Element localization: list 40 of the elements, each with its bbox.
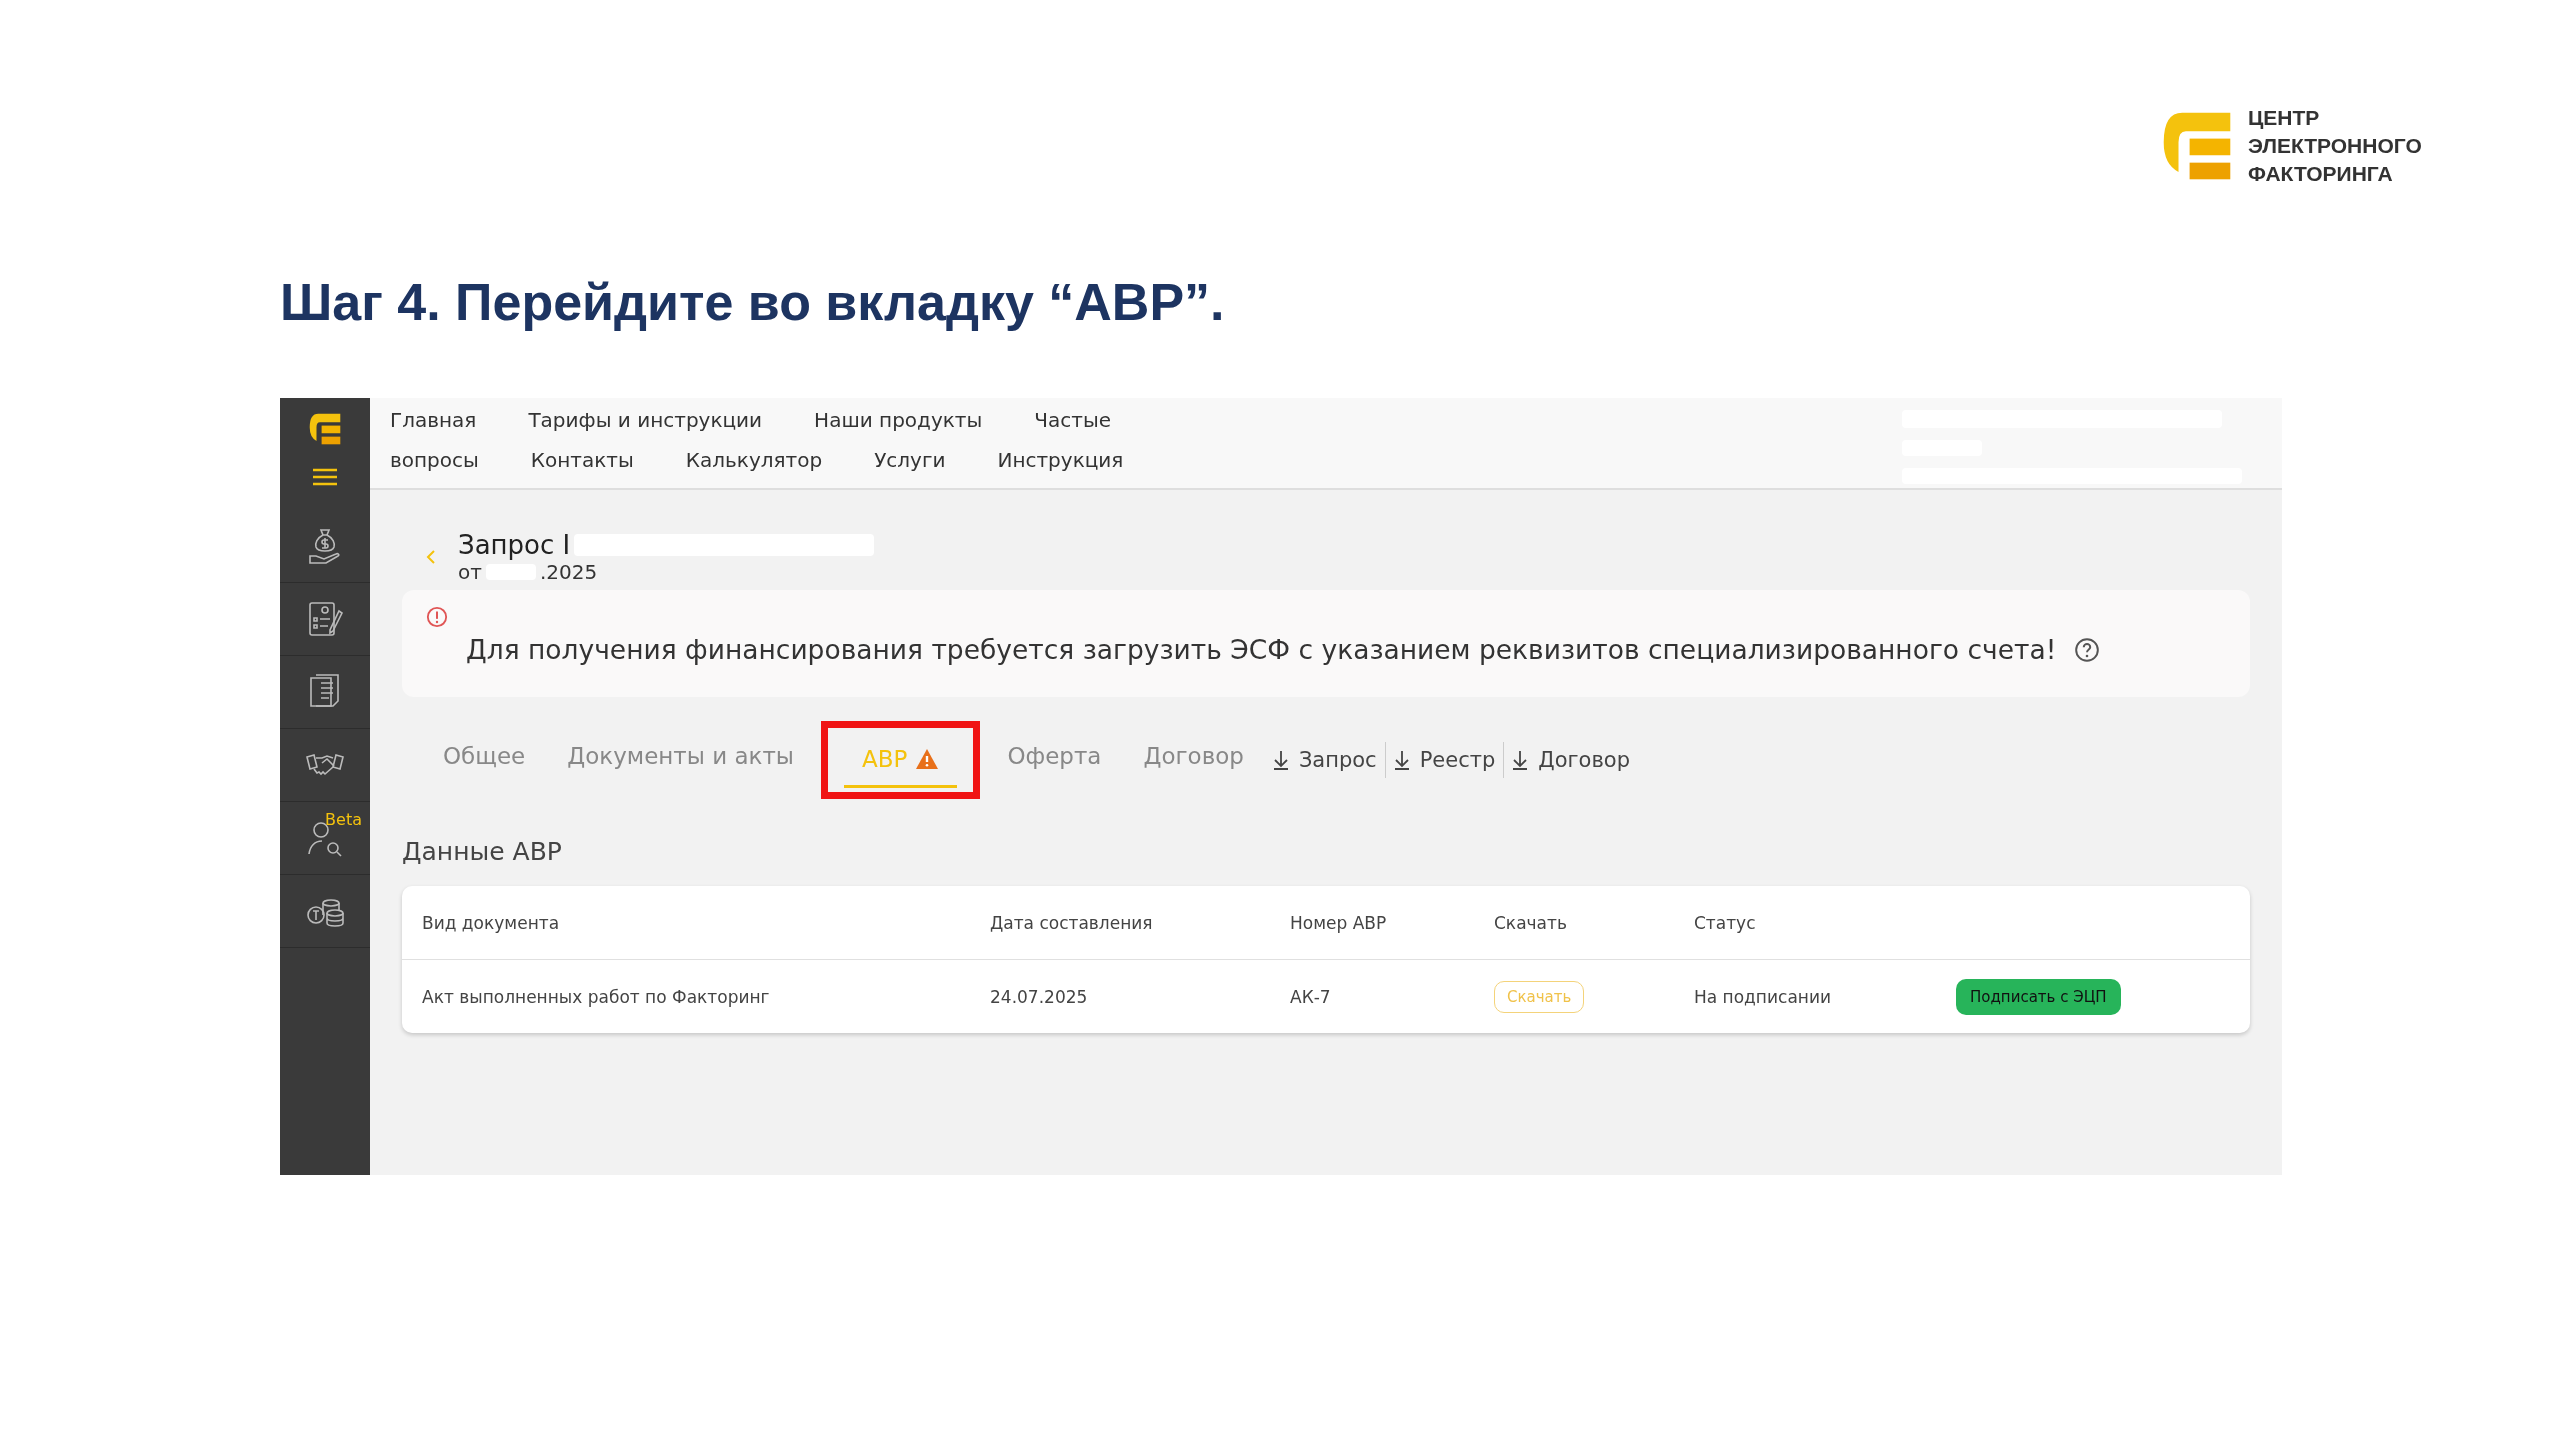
nav-link[interactable]: Частые [1034,408,1111,432]
table-cell-text: Акт выполненных работ по Факторинг [422,986,771,1007]
alert-icon [426,606,448,628]
download-link[interactable]: Реестр [1384,742,1504,778]
warning-icon [915,748,940,770]
column-header: Вид документа [422,912,561,933]
beta-label: Beta [325,810,362,829]
nav-link[interactable]: Контакты [530,448,634,472]
alert-message: Для получения финансирования требуется загрузить ЭСФ с указанием реквизитов специализированного счета! [466,634,2057,665]
help-icon[interactable] [2074,636,2101,663]
request-date-year: .2025 [539,560,598,584]
column-header: Статус [1694,912,1757,933]
slide-heading: Шаг 4. Перейдите во вкладку “АВР”. [280,272,1225,332]
brand-name: ЭЛЕКТРОННОГО [2248,133,2422,159]
table-cell-text: 24.07.2025 [990,986,1089,1007]
sign-button[interactable]: Подписать с ЭЦП [1956,978,2121,1015]
table-cell-text: На подписании [1694,986,1832,1007]
request-title: Запрос I [458,530,571,560]
column-header: Скачать [1494,912,1568,933]
nav-link[interactable]: Наши продукты [814,408,983,432]
brand-name: ФАКТОРИНГА [2248,161,2394,187]
request-date-label: от [458,560,482,584]
download-link[interactable]: Договор [1503,742,1638,778]
download-link[interactable]: Запрос [1264,742,1385,778]
brand-name: ЦЕНТР [2248,105,2321,131]
download-icon [1272,750,1289,770]
nav-link[interactable]: Инструкция [997,448,1124,472]
nav-link[interactable]: Тарифы и инструкции [528,408,763,432]
nav-link[interactable]: вопросы [390,448,479,472]
nav-link[interactable]: Услуги [874,448,946,472]
column-header: Номер АВР [1290,912,1388,933]
nav-link[interactable]: Главная [390,408,477,432]
app-logo-icon[interactable] [308,412,342,446]
nav-link[interactable]: Калькулятор [685,448,823,472]
download-icon [1393,750,1410,770]
download-icon [1512,750,1529,770]
menu-icon[interactable] [313,468,337,486]
column-header: Дата составления [990,912,1154,933]
section-title: Данные АВР [402,837,563,866]
table-cell-text: АК-7 [1290,986,1332,1007]
